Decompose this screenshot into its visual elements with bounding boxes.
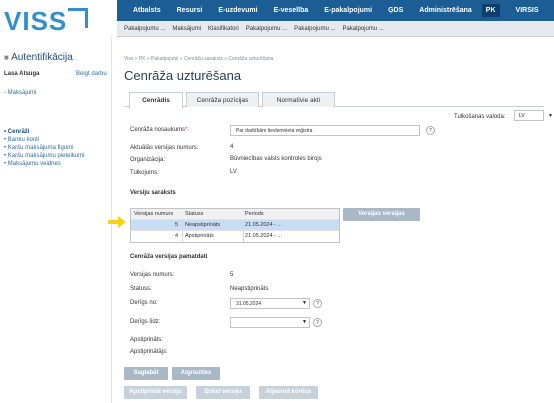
renew-accounts-button[interactable]: Atjaunot kontus <box>259 386 318 399</box>
valid-from-input[interactable]: 31.05.2024 <box>230 298 310 309</box>
version-number-value: 5 <box>230 272 234 278</box>
delete-version-button[interactable]: Dzēst versiju <box>196 386 250 399</box>
cell-status: Apstiprināts <box>185 233 214 239</box>
topnav-atbalsts[interactable]: Atbalsts <box>133 7 161 14</box>
help-icon[interactable]: ? <box>426 126 435 135</box>
viss-logo[interactable]: VISS <box>4 6 114 36</box>
chevron-down-icon[interactable]: ▼ <box>302 300 307 306</box>
sidebar-title: ■ Autentifikācija <box>4 52 73 63</box>
sidebar-item-card-payments[interactable]: • Karšu maksājuma figumi <box>4 145 73 151</box>
subnav-item[interactable]: Pakalpojumu ... <box>246 26 287 32</box>
logo-mark <box>68 8 88 28</box>
chevron-down-icon[interactable]: ▼ <box>548 113 553 119</box>
lock-icon: ■ <box>4 53 9 62</box>
cell-version-number: 4 <box>174 233 178 239</box>
valid-to-label: Derīgs līdz: <box>130 319 161 325</box>
topnav-administresana[interactable]: Administrēšana <box>419 7 472 14</box>
approve-version-button[interactable]: Apstiprināt versiju <box>124 386 187 399</box>
current-version-label: Aktuālās versijas numurs: <box>130 145 199 151</box>
top-navigation: Atbalsts Resursi E-uzdevumi E-veselība E… <box>117 0 554 21</box>
organization-value: Būvniecības valsts kontroles birojs <box>230 156 322 162</box>
topnav-e-uzdevumi[interactable]: E-uzdevumi <box>218 7 257 14</box>
subnav-item[interactable]: Klasifikatori <box>208 26 239 32</box>
versions-table: Versijas numurs Statuss Periods 5 Neapst… <box>130 208 340 243</box>
subnav-item[interactable]: Pakalpojumu ... <box>124 26 165 32</box>
header-period[interactable]: Periods <box>245 209 335 220</box>
header: VISS Atbalsts Resursi E-uzdevumi E-vesel… <box>0 0 554 37</box>
topnav-pk[interactable]: PK <box>481 4 500 17</box>
organization-label: Organizācija: <box>130 157 166 163</box>
sidebar-item-pricelists[interactable]: • Cenrāži <box>4 129 29 135</box>
status-label: Statuss: <box>130 286 152 292</box>
help-icon[interactable]: ? <box>313 299 322 308</box>
sidebar-item-bank-accounts[interactable]: • Banku konti <box>4 137 39 143</box>
topnav-gds[interactable]: ĢDS <box>388 7 403 14</box>
sidebar: ■ Autentifikācija Lasa Atsuga Beigt darb… <box>0 37 112 403</box>
version-base-title: Cenrāža versijas pamatdati <box>130 254 208 260</box>
subnav-item[interactable]: Maksājumi <box>172 26 201 32</box>
tab-bar: Cenrādis Cenrāža pozīcijas Normatīvie ak… <box>124 92 544 108</box>
main-content: Viss » PK » Pakalpojumi » Cenrāžu saraks… <box>117 37 554 403</box>
cell-status: Neapstiprināts <box>185 222 221 228</box>
name-label: Cenrāža nosaukums*: <box>130 127 190 133</box>
app-root: VISS Atbalsts Resursi E-uzdevumi E-vesel… <box>0 0 554 403</box>
translation-value: LV <box>230 169 237 175</box>
compare-versions-button[interactable]: Versijas versijas <box>343 208 420 221</box>
topnav-e-pakalpojumi[interactable]: E-pakalpojumi <box>324 7 372 14</box>
cancel-button[interactable]: Atgriezties <box>172 367 220 380</box>
chevron-down-icon[interactable]: ▼ <box>302 319 307 325</box>
topnav-e-veseliba[interactable]: E-veselība <box>274 7 309 14</box>
table-row[interactable]: 4 Apstiprināts 21.05.2024 - ... <box>131 231 339 242</box>
language-label: Tulkošanas valoda: <box>454 114 506 120</box>
sidebar-item-payments[interactable]: - Maksājumi <box>4 90 36 96</box>
table-row[interactable]: 5 Neapstiprināts 21.05.2024 - ... <box>131 220 339 231</box>
subnav-item[interactable]: Pakalpojumu ... <box>294 26 335 32</box>
save-button[interactable]: Saglabāt <box>124 367 168 380</box>
status-value: Neapstiprināts <box>230 286 269 292</box>
help-icon[interactable]: ? <box>313 318 322 327</box>
cell-period: 21.05.2024 - ... <box>245 233 282 239</box>
approved-label: Apstiprināts: <box>130 337 164 343</box>
header-status[interactable]: Statuss <box>185 209 243 220</box>
valid-from-label: Derīgs no: <box>130 300 158 306</box>
table-header-row: Versijas numurs Statuss Periods <box>131 209 339 220</box>
sidebar-item-payment-templates[interactable]: • Maksājumu veidnes <box>4 161 61 167</box>
language-select[interactable]: LV <box>514 110 544 121</box>
tab-pricelist[interactable]: Cenrādis <box>129 92 183 108</box>
arrow-right-icon <box>108 216 126 228</box>
tab-legal-acts[interactable]: Normatīvie akti <box>262 92 335 107</box>
approver-label: Apstiprinātājs: <box>130 349 168 355</box>
breadcrumb[interactable]: Viss » PK » Pakalpojumi » Cenrāžu saraks… <box>124 56 273 62</box>
logo-text: VISS <box>4 6 68 36</box>
subnav-item[interactable]: Pakalpojumu ... <box>342 26 383 32</box>
translation-label: Tulkojums: <box>130 170 159 176</box>
current-version-value: 4 <box>230 144 234 150</box>
version-number-label: Versijas numurs: <box>130 272 175 278</box>
sidebar-title-text: Autentifikācija <box>11 52 73 63</box>
cell-period: 21.05.2024 - ... <box>245 222 282 228</box>
valid-to-input[interactable] <box>230 317 310 328</box>
sub-navigation: Pakalpojumu ... Maksājumi Klasifikatori … <box>117 21 554 37</box>
sidebar-user-name: Lasa Atsuga <box>4 71 40 77</box>
cell-version-number: 5 <box>174 222 178 228</box>
name-input[interactable]: Par darbībām Iievlemnieta reģistra <box>230 125 420 136</box>
topnav-resursi[interactable]: Resursi <box>177 7 203 14</box>
page-title: Cenrāža uzturēšana <box>124 68 242 83</box>
logout-link[interactable]: Beigt darbu <box>76 71 107 77</box>
topnav-virsis[interactable]: VIRSIS <box>516 7 539 14</box>
versions-title: Versiju saraksts <box>130 190 176 196</box>
sidebar-item-card-applications[interactable]: • Karšu maksājumu pieteikumi <box>4 153 84 159</box>
tab-positions[interactable]: Cenrāža pozīcijas <box>186 92 259 107</box>
header-version-number[interactable]: Versijas numurs <box>131 209 181 220</box>
